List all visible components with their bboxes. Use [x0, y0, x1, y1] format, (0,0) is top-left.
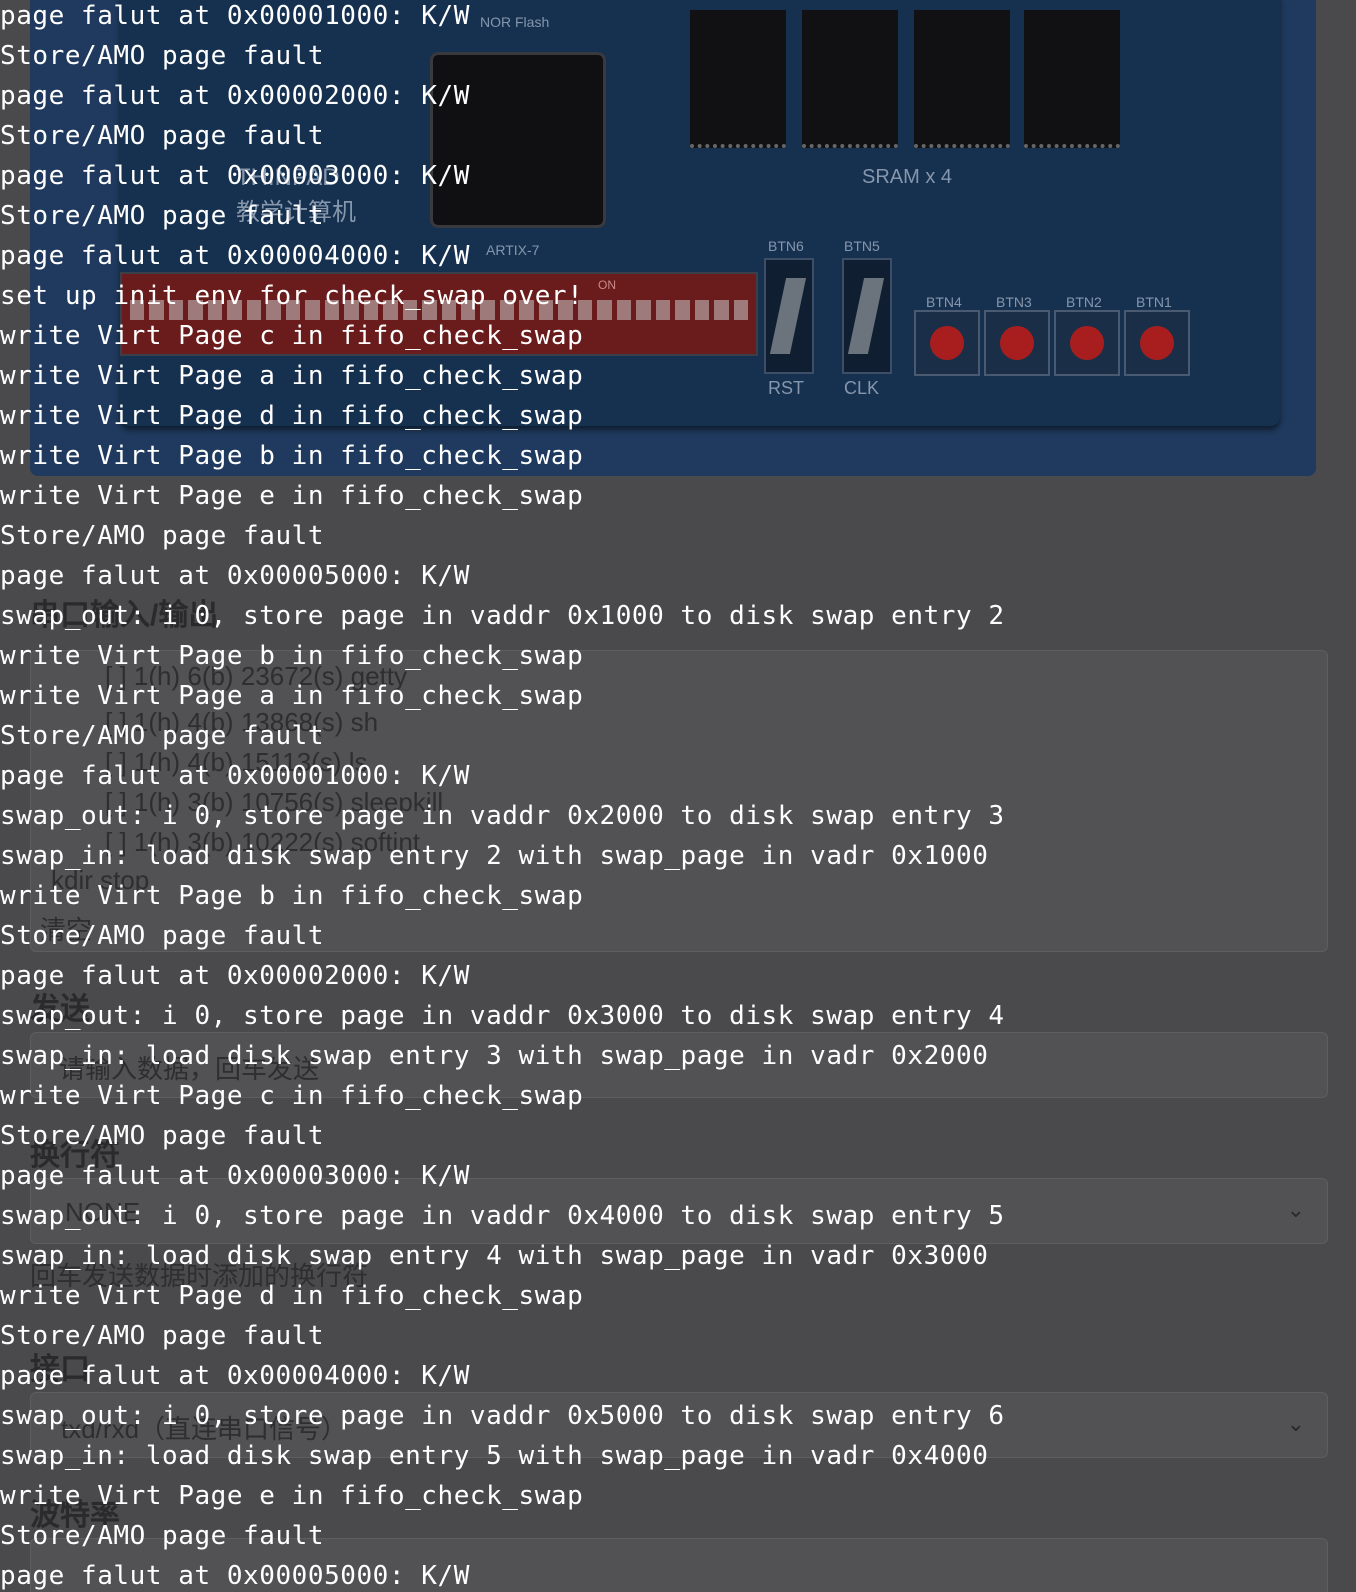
console-line: page falut at 0x00005000: K/W: [0, 561, 470, 591]
chevron-down-icon: ⌄: [1286, 1411, 1305, 1436]
sram-chip-4: [1024, 10, 1120, 148]
console-line: Store/AMO page fault: [0, 521, 325, 551]
console-line: write Virt Page a in fifo_check_swap: [0, 361, 584, 391]
btn2-button[interactable]: [1054, 310, 1120, 376]
console-line: page falut at 0x00001000: K/W: [0, 761, 470, 791]
console-line: swap_out: i 0, store page in vaddr 0x500…: [0, 1401, 1005, 1431]
console-line: swap_out: i 0, store page in vaddr 0x400…: [0, 1201, 1005, 1231]
console-line: write Virt Page e in fifo_check_swap: [0, 481, 584, 511]
console-line: Store/AMO page fault: [0, 1121, 325, 1151]
console-line: swap_out: i 0, store page in vaddr 0x200…: [0, 801, 1005, 831]
chevron-down-icon: ⌄: [1286, 1197, 1305, 1222]
console-line: write Virt Page c in fifo_check_swap: [0, 321, 584, 351]
console-line: page falut at 0x00002000: K/W: [0, 961, 470, 991]
btn1-button[interactable]: [1124, 310, 1190, 376]
console-line: swap_in: load disk swap entry 5 with swa…: [0, 1441, 989, 1471]
btn1-label: BTN1: [1136, 294, 1172, 310]
console-line: swap_out: i 0, store page in vaddr 0x300…: [0, 1001, 1005, 1031]
btn2-label: BTN2: [1066, 294, 1102, 310]
console-line: set up init env for check_swap over!: [0, 281, 584, 311]
console-line: write Virt Page c in fifo_check_swap: [0, 1081, 584, 1111]
console-line: page falut at 0x00003000: K/W: [0, 161, 470, 191]
console-line: write Virt Page b in fifo_check_swap: [0, 441, 584, 471]
console-line: page falut at 0x00003000: K/W: [0, 1161, 470, 1191]
console-line: swap_out: i 0, store page in vaddr 0x100…: [0, 601, 1005, 631]
console-line: write Virt Page d in fifo_check_swap: [0, 401, 584, 431]
screen: NOR Flash THINPAD 教学计算机 ARTIX-7 SRAM x 4…: [0, 0, 1356, 1592]
console-line: page falut at 0x00001000: K/W: [0, 1, 470, 31]
console-line: swap_in: load disk swap entry 3 with swa…: [0, 1041, 989, 1071]
console-line: Store/AMO page fault: [0, 1321, 325, 1351]
console-line: Store/AMO page fault: [0, 121, 325, 151]
console-line: write Virt Page b in fifo_check_swap: [0, 881, 584, 911]
console-line: swap_in: load disk swap entry 2 with swa…: [0, 841, 989, 871]
console-line: Store/AMO page fault: [0, 921, 325, 951]
console-line: page falut at 0x00004000: K/W: [0, 1361, 470, 1391]
console-line: write Virt Page e in fifo_check_swap: [0, 1481, 584, 1511]
console-line: Store/AMO page fault: [0, 41, 325, 71]
console-line: page falut at 0x00004000: K/W: [0, 241, 470, 271]
console-line: page falut at 0x00002000: K/W: [0, 81, 470, 111]
console-line: swap_in: load disk swap entry 4 with swa…: [0, 1241, 989, 1271]
console-line: page falut at 0x00005000: K/W: [0, 1561, 470, 1591]
console-line: Store/AMO page fault: [0, 721, 325, 751]
console-output: page falut at 0x00001000: K/W Store/AMO …: [0, 0, 1005, 1592]
console-line: write Virt Page a in fifo_check_swap: [0, 681, 584, 711]
console-line: Store/AMO page fault: [0, 1521, 325, 1551]
console-line: write Virt Page d in fifo_check_swap: [0, 1281, 584, 1311]
console-line: Store/AMO page fault: [0, 201, 325, 231]
console-line: write Virt Page b in fifo_check_swap: [0, 641, 584, 671]
